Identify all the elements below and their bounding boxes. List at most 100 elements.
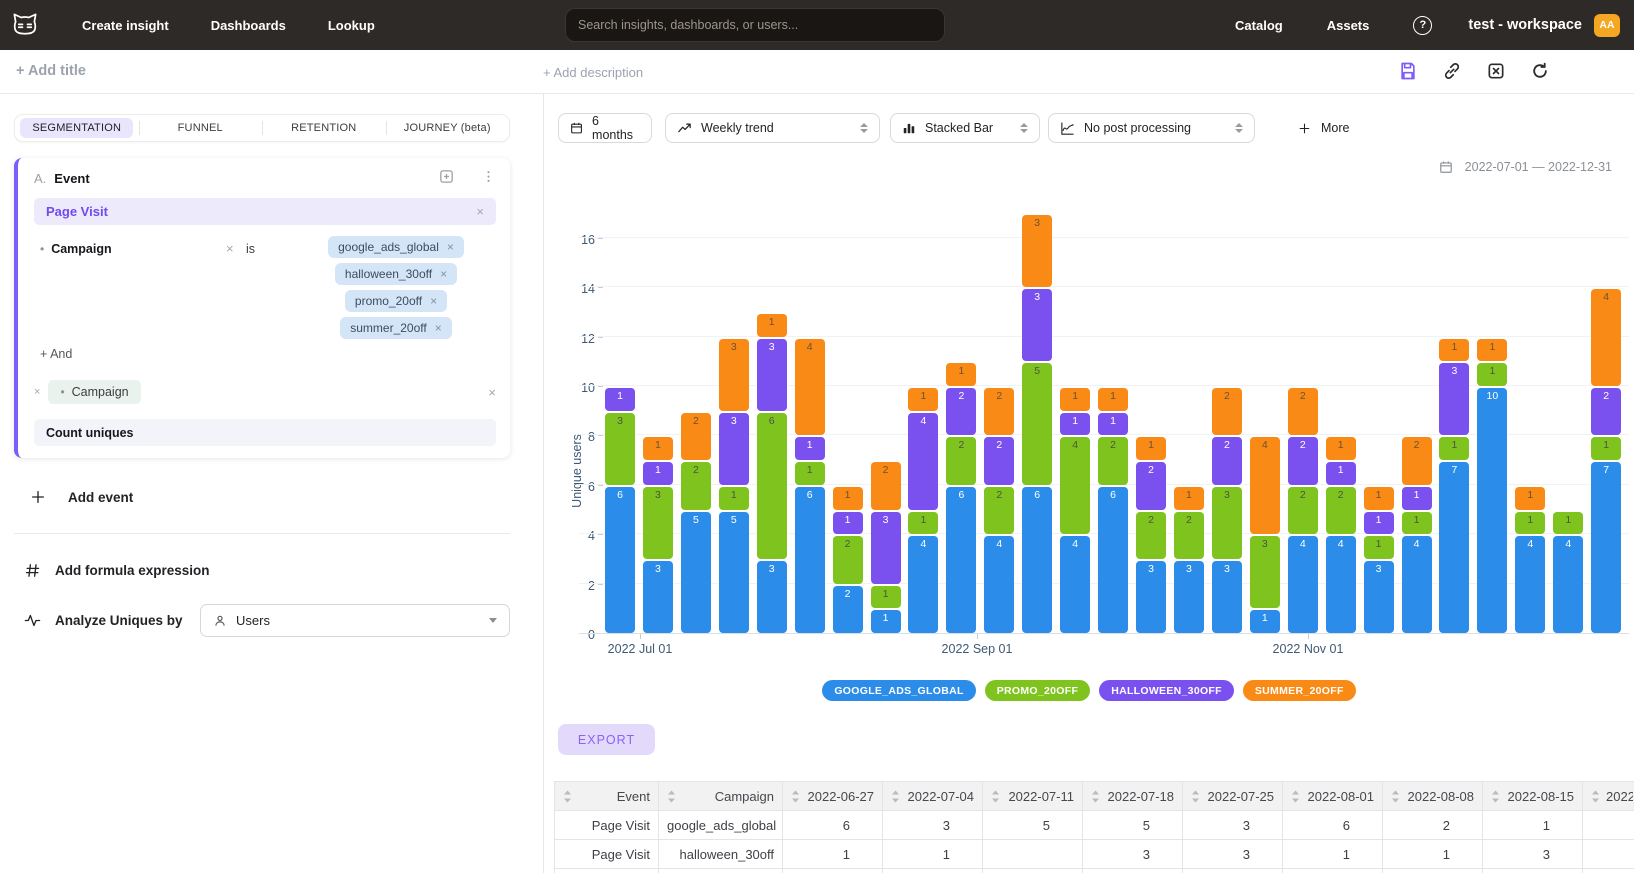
segment-summer_20off[interactable]: 4 — [795, 339, 825, 436]
remove-value-icon[interactable]: × — [435, 321, 442, 335]
sort-icon[interactable] — [991, 790, 1000, 803]
tab-segmentation[interactable]: SEGMENTATION — [15, 115, 139, 141]
segment-promo_20off[interactable]: 4 — [1060, 437, 1090, 534]
segment-promo_20off[interactable]: 1 — [719, 487, 749, 510]
segment-promo_20off[interactable]: 3 — [605, 413, 635, 485]
bar-2022-09-26[interactable]: 1126 — [1098, 386, 1128, 633]
segment-google_ads_global[interactable]: 7 — [1439, 462, 1469, 633]
column-header[interactable]: 2022-08-22 — [1583, 782, 1634, 811]
column-header[interactable]: 2022-07-18 — [1083, 782, 1183, 811]
segment-google_ads_global[interactable]: 2 — [833, 586, 863, 633]
sort-icon[interactable] — [563, 790, 572, 803]
segment-google_ads_global[interactable]: 1 — [1250, 610, 1280, 633]
tab-label[interactable]: SEGMENTATION — [20, 118, 133, 138]
segment-summer_20off[interactable]: 1 — [1326, 437, 1356, 460]
add-formula-button[interactable]: Add formula expression — [24, 562, 210, 579]
segment-google_ads_global[interactable]: 4 — [1402, 536, 1432, 633]
segment-summer_20off[interactable]: 4 — [1591, 289, 1621, 386]
avatar[interactable]: AA — [1594, 14, 1620, 37]
segment-summer_20off[interactable]: 2 — [1212, 388, 1242, 435]
bar-2022-09-05[interactable]: 2224 — [984, 386, 1014, 633]
segment-google_ads_global[interactable]: 3 — [1136, 561, 1166, 633]
bar-2022-08-22[interactable]: 1414 — [908, 386, 938, 633]
column-header[interactable]: 2022-06-27 — [783, 782, 883, 811]
event-selector[interactable]: Page Visit × — [34, 198, 496, 225]
segment-promo_20off[interactable]: 2 — [1136, 512, 1166, 559]
column-header[interactable]: 2022-08-15 — [1483, 782, 1583, 811]
segment-summer_20off[interactable]: 2 — [1402, 437, 1432, 484]
bar-2022-09-19[interactable]: 1144 — [1060, 386, 1090, 633]
segment-summer_20off[interactable]: 1 — [1364, 487, 1394, 510]
sort-icon[interactable] — [1291, 790, 1300, 803]
more-options-button[interactable]: More — [1288, 113, 1359, 143]
remove-value-icon[interactable]: × — [447, 240, 454, 254]
cat-logo-icon[interactable] — [10, 10, 40, 40]
segment-google_ads_global[interactable]: 4 — [1060, 536, 1090, 633]
segment-summer_20off[interactable]: 1 — [833, 487, 863, 510]
filter-value-chip[interactable]: halloween_30off× — [335, 263, 457, 285]
segment-google_ads_global[interactable]: 6 — [1022, 487, 1052, 633]
bar-2022-08-15[interactable]: 2311 — [871, 460, 901, 633]
close-insight-icon[interactable] — [1486, 61, 1506, 81]
segment-google_ads_global[interactable]: 5 — [681, 512, 711, 634]
segment-summer_20off[interactable]: 1 — [1477, 339, 1507, 362]
segment-google_ads_global[interactable]: 3 — [1174, 561, 1204, 633]
refresh-icon[interactable] — [1530, 61, 1550, 81]
nav-assets[interactable]: Assets — [1327, 18, 1370, 33]
segment-summer_20off[interactable]: 1 — [946, 363, 976, 386]
segment-google_ads_global[interactable]: 3 — [1212, 561, 1242, 633]
bar-2022-12-12[interactable]: 114 — [1515, 485, 1545, 633]
bar-2022-09-12[interactable]: 3356 — [1022, 213, 1052, 633]
tab-label[interactable]: FUNNEL — [166, 118, 235, 138]
legend-promo_20off[interactable]: PROMO_20OFF — [985, 680, 1090, 701]
segment-google_ads_global[interactable]: 5 — [719, 512, 749, 634]
remove-value-icon[interactable]: × — [430, 294, 437, 308]
segment-promo_20off[interactable]: 1 — [795, 462, 825, 485]
segment-promo_20off[interactable]: 2 — [984, 487, 1014, 534]
segment-promo_20off[interactable]: 6 — [757, 413, 787, 559]
sort-icon[interactable] — [667, 790, 676, 803]
remove-breakdown-icon[interactable]: × — [34, 386, 40, 398]
segment-promo_20off[interactable]: 1 — [1515, 512, 1545, 535]
bar-2022-10-31[interactable]: 2224 — [1288, 386, 1318, 633]
filter-value-chip[interactable]: google_ads_global× — [328, 236, 464, 258]
nav-catalog[interactable]: Catalog — [1235, 18, 1283, 33]
segment-summer_20off[interactable]: 1 — [757, 314, 787, 337]
segment-halloween_30off[interactable]: 2 — [1288, 437, 1318, 484]
bar-2022-12-19[interactable]: 14 — [1553, 510, 1583, 633]
segment-promo_20off[interactable]: 3 — [643, 487, 673, 559]
segment-google_ads_global[interactable]: 7 — [1591, 462, 1621, 633]
remove-event-icon[interactable]: × — [476, 205, 484, 218]
add-title-button[interactable]: + Add title — [16, 63, 86, 79]
chart-type-select[interactable]: Stacked Bar — [890, 113, 1040, 143]
segment-halloween_30off[interactable]: 1 — [1364, 512, 1394, 535]
clear-breakdown-icon[interactable]: × — [488, 386, 496, 399]
bar-2022-10-10[interactable]: 123 — [1174, 485, 1204, 633]
segment-promo_20off[interactable]: 1 — [1364, 536, 1394, 559]
bar-2022-10-17[interactable]: 2233 — [1212, 386, 1242, 633]
segment-halloween_30off[interactable]: 1 — [1098, 413, 1128, 436]
segment-halloween_30off[interactable]: 3 — [719, 413, 749, 485]
filter-value-chip[interactable]: summer_20off× — [340, 317, 452, 339]
duplicate-series-icon[interactable] — [438, 168, 455, 185]
bar-2022-11-28[interactable]: 1317 — [1439, 337, 1469, 633]
segment-halloween_30off[interactable]: 2 — [1136, 462, 1166, 509]
remove-filter-icon[interactable]: × — [226, 242, 234, 255]
segment-promo_20off[interactable]: 2 — [681, 462, 711, 509]
segment-halloween_30off[interactable]: 3 — [871, 512, 901, 584]
bar-2022-07-11[interactable]: 225 — [681, 411, 711, 633]
segment-promo_20off[interactable]: 3 — [1212, 487, 1242, 559]
segment-summer_20off[interactable]: 1 — [1060, 388, 1090, 411]
segment-halloween_30off[interactable]: 3 — [1022, 289, 1052, 361]
breakdown-property[interactable]: •Campaign — [48, 380, 140, 404]
bar-2022-07-25[interactable]: 1363 — [757, 312, 787, 633]
column-header[interactable]: 2022-07-04 — [883, 782, 983, 811]
column-header[interactable]: 2022-08-01 — [1283, 782, 1383, 811]
add-description-button[interactable]: + Add description — [543, 65, 643, 80]
filter-operator[interactable]: is — [246, 242, 255, 256]
series-menu-icon[interactable] — [481, 169, 496, 184]
segment-halloween_30off[interactable]: 1 — [643, 462, 673, 485]
column-header[interactable]: 2022-07-11 — [983, 782, 1083, 811]
segment-halloween_30off[interactable]: 1 — [1060, 413, 1090, 436]
segment-summer_20off[interactable]: 1 — [908, 388, 938, 411]
